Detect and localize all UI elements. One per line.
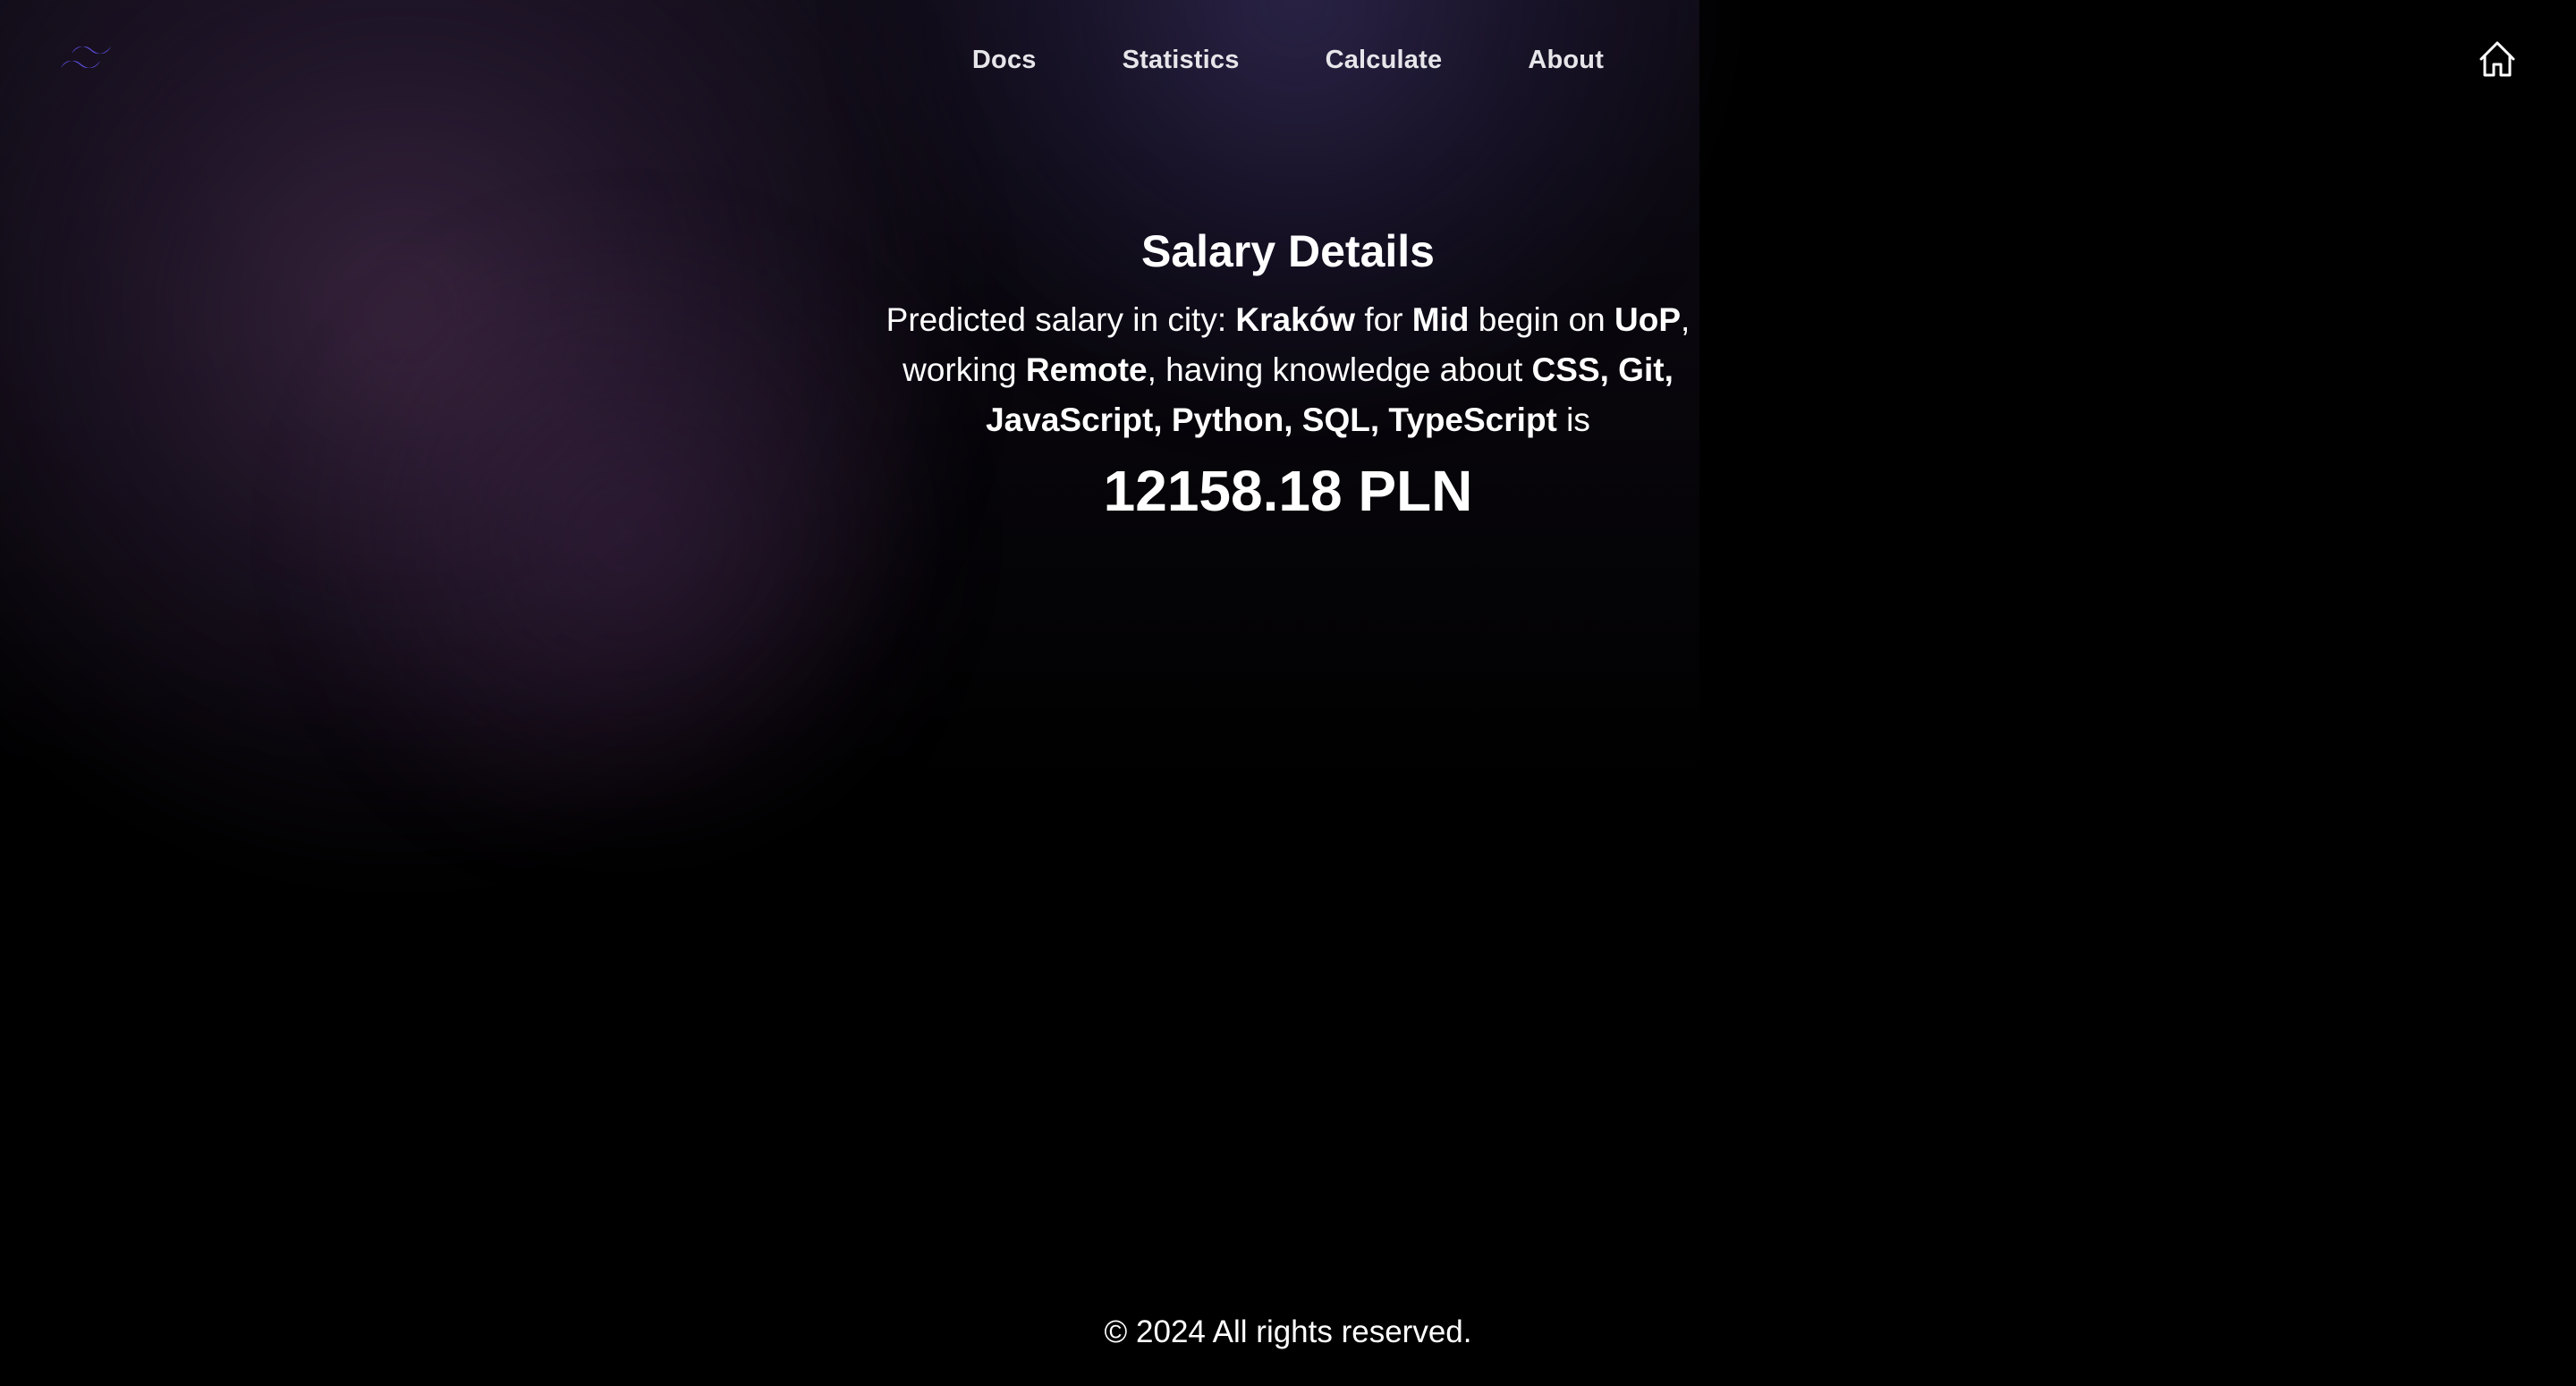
home-icon[interactable] bbox=[2476, 38, 2519, 80]
work-mode-value: Remote bbox=[1025, 351, 1148, 388]
nav-link-docs[interactable]: Docs bbox=[972, 46, 1037, 75]
salary-description: Predicted salary in city: Kraków for Mid… bbox=[859, 295, 1717, 445]
predicted-salary-amount: 12158.18 PLN bbox=[1103, 459, 1473, 523]
nav-link-about[interactable]: About bbox=[1528, 46, 1604, 75]
contract-value: UoP bbox=[1614, 301, 1682, 338]
nav-link-calculate[interactable]: Calculate bbox=[1326, 46, 1443, 75]
page: Docs Statistics Calculate About Salary D… bbox=[0, 0, 2576, 1386]
salary-details-section: Salary Details Predicted salary in city:… bbox=[0, 215, 2576, 529]
knowledge-text: , having knowledge about bbox=[1147, 351, 1532, 388]
nav-link-statistics[interactable]: Statistics bbox=[1123, 46, 1240, 75]
for-text: for bbox=[1355, 301, 1412, 338]
site-header: Docs Statistics Calculate About bbox=[0, 0, 2576, 120]
page-title: Salary Details bbox=[1141, 226, 1435, 276]
main-nav: Docs Statistics Calculate About bbox=[0, 0, 2576, 120]
site-footer: © 2024 All rights reserved. bbox=[0, 1314, 2576, 1350]
intro-text: Predicted salary in city: bbox=[886, 301, 1236, 338]
copyright-text: © 2024 All rights reserved. bbox=[1104, 1314, 1472, 1349]
begin-text: begin on bbox=[1469, 301, 1615, 338]
level-value: Mid bbox=[1411, 301, 1470, 338]
city-value: Kraków bbox=[1235, 301, 1356, 338]
is-text: is bbox=[1556, 401, 1590, 438]
